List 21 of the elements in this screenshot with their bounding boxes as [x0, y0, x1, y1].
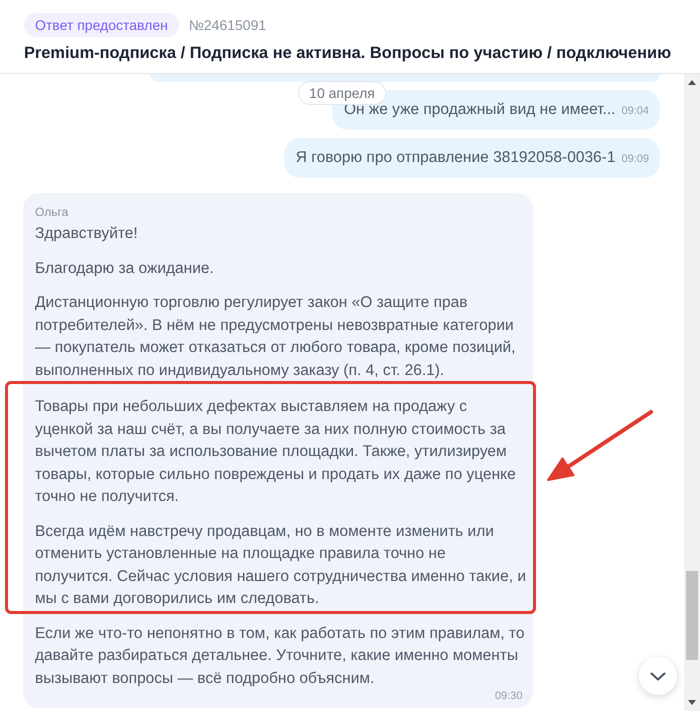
scroll-up-arrow-icon[interactable] — [688, 80, 696, 85]
scroll-down-button[interactable] — [639, 657, 677, 695]
status-badge: Ответ предоставлен — [24, 13, 179, 37]
ticket-number: №24615091 — [188, 17, 266, 33]
scroll-down-arrow-icon[interactable] — [688, 700, 696, 705]
scrollbar-thumb[interactable] — [686, 571, 698, 660]
message-paragraph: Здравствуйте! — [35, 224, 139, 244]
message-paragraph: Благодарю за ожидание. — [35, 258, 215, 278]
message-paragraph: Дистанционную торговлю регулирует закон «О защите прав потребителей». В нём не предусмотрены невозвратные категории — покупатель может отказаться от любого товара, кроме позиций, выполненных по индивидуальному заказу (п. 4, ст. 26.1). — [35, 293, 516, 380]
chevron-down-icon — [650, 672, 666, 680]
ticket-title: Premium-подписка / Подписка не активна. Вопросы по участию / подключению — [24, 43, 672, 64]
message-text: Я говорю про отправление 38192058-0036-1 — [296, 148, 616, 168]
message-paragraph: Если же что-то непонятно в том, как работать по этим правилам, то давайте разбираться детальнее. Уточните, какие именно моменты вызывают вопросы — всё подробно объясним. — [35, 624, 526, 688]
message-paragraph: Всегда идём навстречу продавцам, но в моменте изменить или отменить установленные на площадке правила точно не получится. Сейчас условия нашего сотрудничества именно такие, и мы с вами договорились им следовать. — [35, 522, 526, 609]
date-chip: 10 апреля — [298, 81, 386, 105]
message-paragraph: Товары при небольших дефектах выставляем на продажу с уценкой за наш счёт, а вы получаете за них полную стоимость за вычетом платы за использование площадки. Также, утилизируем товары, которые сильно повреждены и продать их даже по уценке точно не получится. — [35, 397, 517, 507]
author-name: Ольга — [35, 204, 70, 220]
scrollbar[interactable] — [684, 74, 700, 711]
message-time: 09:04 — [621, 105, 649, 117]
message-time: 09:09 — [621, 153, 649, 165]
message-time: 09:30 — [494, 690, 522, 702]
